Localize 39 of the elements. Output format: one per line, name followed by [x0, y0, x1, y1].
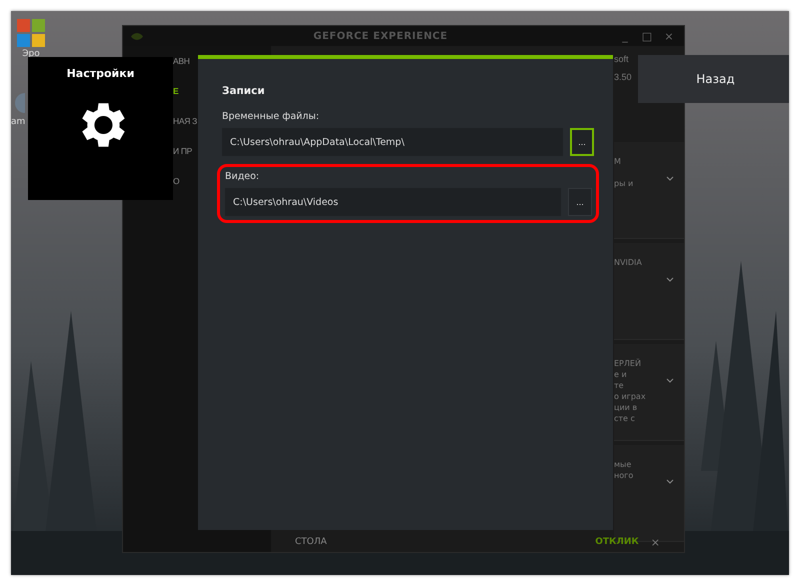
desktop-icon-label: am: [11, 117, 26, 127]
path-field[interactable]: C:\Users\ohrau\Videos: [225, 188, 561, 216]
chevron-icon: [666, 176, 674, 182]
desktop-icon-label: Эро: [22, 49, 40, 59]
path-field[interactable]: C:\Users\ohrau\AppData\Local\Temp\: [222, 128, 563, 156]
card-text: мые: [614, 459, 632, 470]
back-button[interactable]: Назад: [638, 55, 789, 103]
window-control[interactable]: □: [640, 30, 654, 42]
card-text: ры и: [614, 178, 634, 189]
tile-title: Настройки: [66, 67, 134, 80]
feature-card[interactable]: NVIDIA: [614, 243, 684, 340]
card-text: NVIDIA: [614, 257, 642, 268]
feature-card[interactable]: ЕРЛЕЙ е и те о играх ции в сте с: [614, 344, 684, 441]
browse-button[interactable]: ...: [570, 128, 594, 156]
account-name: soft: [614, 54, 629, 66]
card-text: о играх: [614, 391, 646, 402]
settings-tile[interactable]: Настройки: [28, 57, 173, 200]
browse-button[interactable]: ...: [568, 188, 592, 216]
field-label: Временные файлы:: [222, 111, 320, 122]
window-title: GEFORCE EXPERIENCE: [312, 30, 449, 42]
windows-logo-icon[interactable]: [17, 19, 45, 47]
card-text: е и: [614, 369, 627, 380]
section-title: Записи: [222, 85, 266, 97]
info-text: 3.50: [614, 72, 632, 84]
feature-card[interactable]: М ры и: [614, 142, 684, 239]
chevron-icon: [666, 277, 674, 283]
window-control[interactable]: ×: [662, 30, 676, 42]
card-text: те: [614, 380, 624, 391]
field-label: Видео:: [225, 171, 260, 182]
card-text: ного: [614, 470, 634, 481]
card-text: М: [614, 156, 621, 167]
eye-logo-icon: [131, 32, 143, 40]
footer-text: СТОЛА: [295, 537, 327, 547]
window-control[interactable]: _: [618, 30, 632, 42]
card-text: сте с: [614, 413, 635, 424]
card-text: ции в: [614, 402, 638, 413]
chevron-icon: [666, 378, 674, 384]
card-text: ЕРЛЕЙ: [614, 358, 641, 369]
chevron-icon: [666, 479, 674, 485]
